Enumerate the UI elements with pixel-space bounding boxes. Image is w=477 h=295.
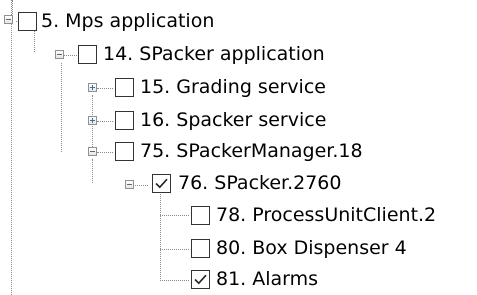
tree-guide-line: [97, 88, 113, 89]
expand-toggle[interactable]: [88, 83, 97, 92]
tree-node-label[interactable]: 15. Grading service: [140, 76, 326, 98]
tree-node-label[interactable]: 81. Alarms: [216, 268, 318, 290]
tree-guide-line: [97, 121, 113, 122]
tree-node-label[interactable]: 5. Mps application: [41, 10, 214, 32]
tree-guide-line: [64, 55, 77, 56]
tree-guide-line: [160, 249, 189, 250]
node-checkbox[interactable]: [191, 206, 210, 225]
node-checkbox[interactable]: [78, 45, 97, 64]
tree-guide-line: [160, 215, 189, 216]
collapse-toggle[interactable]: [4, 15, 13, 24]
collapse-toggle[interactable]: [88, 147, 97, 156]
node-checkbox[interactable]: [18, 12, 37, 31]
tree-guide-line: [97, 152, 113, 153]
tree-guide-line: [92, 159, 93, 183]
tree-guide-line: [12, 0, 13, 16]
tree-guide-line: [34, 28, 35, 52]
collapse-toggle[interactable]: [125, 180, 134, 189]
tree-guide-line: [11, 0, 12, 295]
tree-node-label[interactable]: 78. ProcessUnitClient.2: [216, 204, 436, 226]
node-checkbox[interactable]: [152, 174, 171, 193]
tree-node-label[interactable]: 80. Box Dispenser 4: [216, 237, 407, 259]
node-checkbox[interactable]: [191, 239, 210, 258]
tree-guide-line: [160, 192, 161, 281]
node-checkbox[interactable]: [191, 270, 210, 289]
tree-view: 5. Mps application 14. SPacker applicati…: [0, 0, 477, 295]
collapse-toggle[interactable]: [55, 50, 64, 59]
checkmark-icon: [155, 178, 168, 189]
tree-guide-line: [132, 185, 148, 186]
tree-guide-line: [61, 63, 62, 152]
tree-node-label[interactable]: 14. SPacker application: [103, 43, 325, 65]
tree-guide-line: [160, 280, 189, 281]
tree-node-label[interactable]: 75. SPackerManager.18: [140, 140, 363, 162]
node-checkbox[interactable]: [115, 142, 134, 161]
tree-node-label[interactable]: 76. SPacker.2760: [178, 172, 342, 194]
checkmark-icon: [194, 274, 207, 285]
tree-node-label[interactable]: 16. Spacker service: [140, 109, 326, 131]
node-checkbox[interactable]: [115, 111, 134, 130]
expand-toggle[interactable]: [88, 116, 97, 125]
node-checkbox[interactable]: [115, 78, 134, 97]
